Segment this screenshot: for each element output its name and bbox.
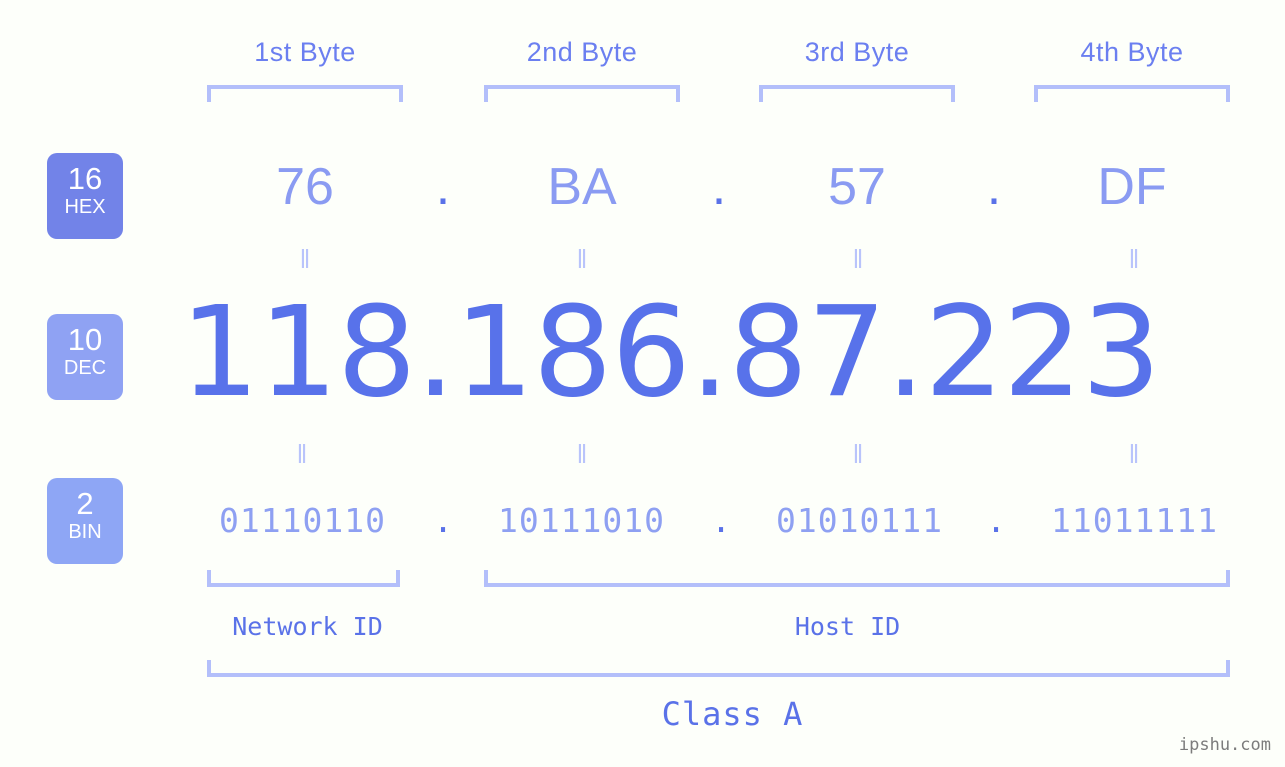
- base-badge-hex: 16 HEX: [47, 153, 123, 239]
- bin-octet-3: 01010111: [776, 501, 943, 540]
- site-watermark: ipshu.com: [1178, 735, 1271, 755]
- base-badge-hex-number: 16: [67, 161, 103, 196]
- dec-octet-1: 118: [180, 280, 417, 425]
- base-badge-dec-number: 10: [67, 322, 103, 357]
- byte-bracket-1: [207, 85, 403, 102]
- hex-separator-2: .: [711, 158, 727, 216]
- base-badge-bin-number: 2: [76, 486, 94, 521]
- class-bracket: [207, 660, 1230, 677]
- decimal-ip-row: 118.186.87.223: [180, 288, 1255, 418]
- base-badge-hex-label: HEX: [64, 196, 106, 218]
- hex-octet-3: 57: [828, 158, 886, 216]
- hex-octet-2: BA: [547, 158, 617, 216]
- byte-header-1: 1st Byte: [254, 37, 356, 67]
- equals-connector-hex-dec-2: ‖: [576, 244, 588, 274]
- dec-octet-2: 186: [454, 280, 691, 425]
- base-badge-bin: 2 BIN: [47, 478, 123, 564]
- dec-octet-4: 223: [924, 280, 1161, 425]
- dec-separator-1: .: [415, 280, 456, 425]
- byte-header-4: 4th Byte: [1080, 37, 1184, 67]
- base-badge-bin-label: BIN: [68, 521, 102, 543]
- bin-separator-2: .: [711, 501, 731, 540]
- equals-connector-dec-bin-1: ‖: [296, 439, 308, 469]
- bin-octet-2: 10111010: [498, 501, 665, 540]
- equals-connector-dec-bin-2: ‖: [576, 439, 588, 469]
- base-badge-dec: 10 DEC: [47, 314, 123, 400]
- byte-bracket-3: [759, 85, 955, 102]
- ip-breakdown-diagram: 1st Byte 2nd Byte 3rd Byte 4th Byte 16 H…: [0, 0, 1285, 767]
- dec-separator-3: .: [885, 280, 926, 425]
- equals-connector-hex-dec-1: ‖: [299, 244, 311, 274]
- equals-connector-dec-bin-3: ‖: [852, 439, 864, 469]
- byte-header-3: 3rd Byte: [804, 37, 910, 67]
- class-label: Class A: [661, 695, 804, 733]
- bin-octet-4: 11011111: [1051, 501, 1218, 540]
- hex-octet-4: DF: [1097, 158, 1167, 216]
- network-id-label: Network ID: [232, 612, 383, 641]
- byte-bracket-4: [1034, 85, 1230, 102]
- hex-octet-1: 76: [276, 158, 334, 216]
- dec-separator-2: .: [689, 280, 730, 425]
- equals-connector-dec-bin-4: ‖: [1128, 439, 1140, 469]
- equals-connector-hex-dec-4: ‖: [1128, 244, 1140, 274]
- byte-header-2: 2nd Byte: [526, 37, 638, 67]
- base-badge-dec-label: DEC: [63, 357, 107, 379]
- dec-octet-3: 87: [728, 280, 887, 425]
- bin-separator-1: .: [433, 501, 453, 540]
- host-id-label: Host ID: [794, 612, 901, 641]
- bin-separator-3: .: [986, 501, 1006, 540]
- equals-connector-hex-dec-3: ‖: [852, 244, 864, 274]
- host-id-bracket: [484, 570, 1230, 587]
- network-id-bracket: [207, 570, 400, 587]
- hex-separator-1: .: [435, 158, 451, 216]
- bin-octet-1: 01110110: [219, 501, 386, 540]
- byte-bracket-2: [484, 85, 680, 102]
- hex-separator-3: .: [986, 158, 1002, 216]
